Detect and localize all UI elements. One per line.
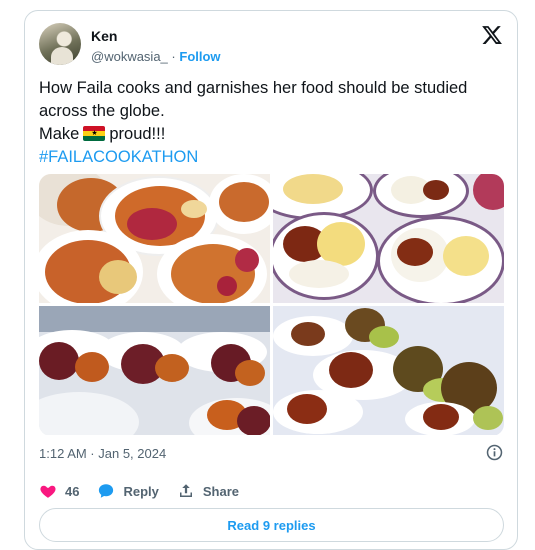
share-icon (179, 484, 192, 497)
read-replies-button[interactable]: Read 9 replies (39, 508, 504, 542)
hashtag-link[interactable]: #FAILACOOKATHON (39, 146, 509, 169)
tweet-card[interactable]: Ken @wokwasia_ · Follow How Faila cooks … (24, 10, 518, 550)
media-grid (39, 174, 504, 436)
tweet-text-line-2: across the globe. (39, 102, 165, 120)
x-logo-icon[interactable] (481, 24, 503, 46)
tweet-text-proud: proud!!! (109, 125, 166, 143)
share-button[interactable]: Share (177, 482, 239, 500)
reply-bubble-icon (99, 484, 114, 498)
heart-icon (40, 485, 56, 498)
rice-stew-plates-photo[interactable] (273, 174, 504, 303)
author-handle-row: @wokwasia_ · Follow (91, 49, 221, 64)
tweet-text: How Faila cooks and garnishes her food s… (39, 77, 509, 169)
timestamp[interactable]: 1:12 AM · Jan 5, 2024 (39, 446, 166, 461)
separator: · (171, 49, 176, 64)
reply-label: Reply (123, 483, 159, 499)
ghana-flag-icon: ★ (83, 126, 106, 141)
rice-balls-plates-photo[interactable] (273, 306, 504, 435)
reply-button[interactable]: Reply (97, 482, 159, 500)
follow-button[interactable]: Follow (179, 49, 220, 64)
read-replies-label: Read 9 replies (227, 517, 316, 533)
jollof-plates-photo[interactable] (39, 174, 270, 303)
author-handle[interactable]: @wokwasia_ (91, 49, 168, 64)
avatar[interactable] (39, 23, 81, 65)
like-count: 46 (65, 483, 80, 499)
like-button[interactable]: 46 (39, 482, 79, 500)
share-label: Share (202, 483, 240, 499)
tweet-text-line-1: How Faila cooks and garnishes her food s… (39, 79, 468, 97)
action-bar: 46 Reply Share (39, 480, 257, 502)
rice-chicken-platters-photo[interactable] (39, 306, 270, 435)
tweet-text-line-3: Make ★ proud!!! (39, 123, 509, 146)
author-name[interactable]: Ken (91, 28, 117, 44)
info-icon[interactable] (486, 444, 503, 461)
tweet-text-make: Make (39, 125, 80, 143)
